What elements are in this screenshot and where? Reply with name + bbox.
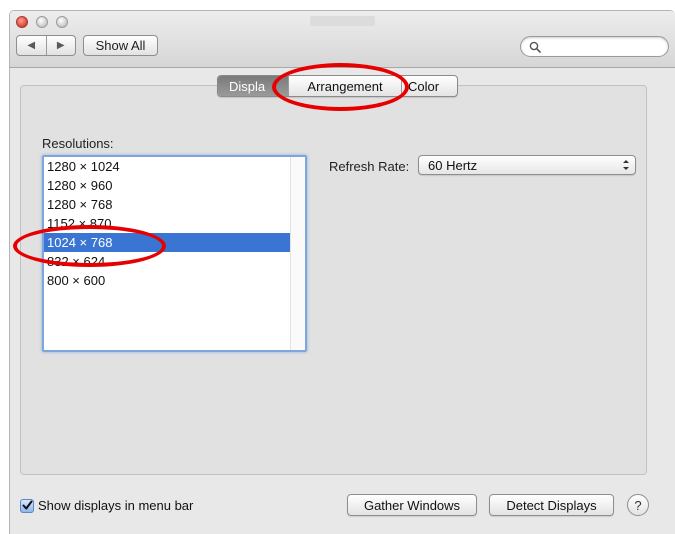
resolution-item[interactable]: 832 × 624 [44,252,290,271]
refresh-rate-value: 60 Hertz [428,158,478,173]
tab-color[interactable]: Color [401,76,457,96]
search-input[interactable] [545,38,660,55]
zoom-button-icon[interactable] [56,16,68,28]
checkmark-icon [22,500,32,510]
refresh-rate-label: Refresh Rate: [329,159,410,174]
tab-display[interactable]: Displa [218,76,288,96]
tab-bar: Displa Arrangement Color [217,75,458,97]
show-all-button[interactable]: Show All [83,35,158,56]
scrollbar-track[interactable] [290,157,305,350]
search-field[interactable] [520,36,669,57]
minimize-button-icon[interactable] [36,16,48,28]
tab-arrangement[interactable]: Arrangement [288,76,401,96]
resolutions-rows: 1280 × 1024 1280 × 960 1280 × 768 1152 × 87… [44,157,290,290]
resolution-item[interactable]: 800 × 600 [44,271,290,290]
show-in-menu-bar-option[interactable]: Show displays in menu bar [20,498,193,513]
titlebar: ◀ ▶ Show All [10,11,675,68]
detect-displays-button[interactable]: Detect Displays [489,494,614,516]
window-title-redacted [310,16,375,26]
forward-button[interactable]: ▶ [45,36,76,55]
search-icon [529,41,541,53]
close-button-icon[interactable] [16,16,28,28]
show-in-menu-bar-label: Show displays in menu bar [38,498,194,513]
resolutions-list[interactable]: 1280 × 1024 1280 × 960 1280 × 768 1152 × 87… [42,155,307,352]
resolution-item[interactable]: 1024 × 768 [44,233,290,252]
resolution-item[interactable]: 1152 × 870 [44,214,290,233]
help-button[interactable]: ? [627,494,649,516]
back-arrow-icon: ◀ [27,40,36,51]
forward-arrow-icon: ▶ [56,40,65,51]
resolutions-label: Resolutions: [42,136,114,151]
chevron-up-down-icon [623,160,629,170]
resolution-item[interactable]: 1280 × 1024 [44,157,290,176]
gather-windows-button[interactable]: Gather Windows [347,494,477,516]
resolution-item[interactable]: 1280 × 768 [44,195,290,214]
resolution-item[interactable]: 1280 × 960 [44,176,290,195]
back-button[interactable]: ◀ [17,36,46,55]
back-forward-control: ◀ ▶ [16,35,76,56]
show-in-menu-bar-checkbox[interactable] [20,498,34,513]
refresh-rate-select[interactable]: 60 Hertz [418,155,636,175]
